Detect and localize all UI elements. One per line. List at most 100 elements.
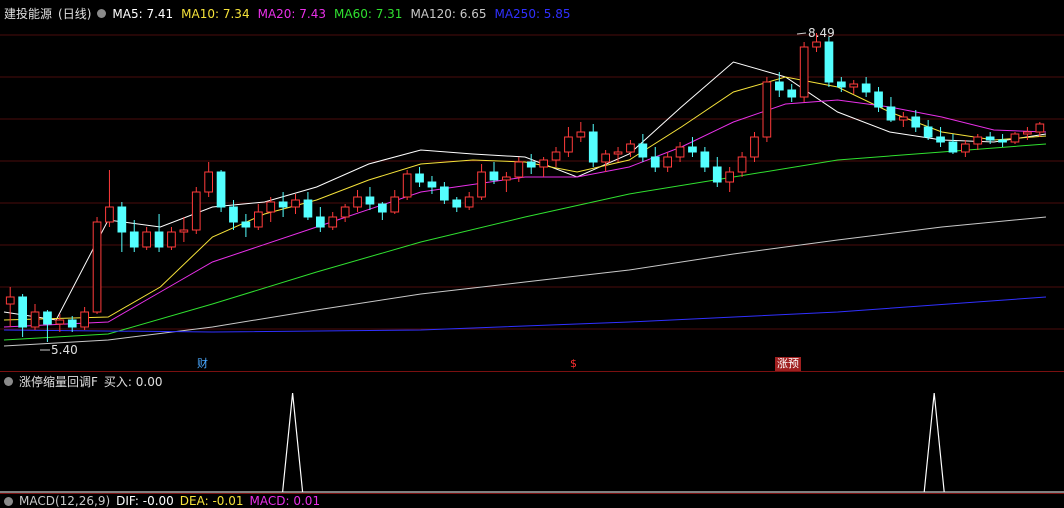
candle-body	[291, 199, 300, 208]
candle-body	[899, 116, 908, 121]
ma250-line	[3, 296, 1047, 333]
indicator-header: 涨停缩量回调F 买入: 0.00	[4, 373, 168, 390]
stock-name[interactable]: 建投能源	[4, 5, 52, 22]
candle-body	[799, 46, 809, 98]
candle-body	[316, 216, 325, 228]
candle-body	[117, 206, 127, 233]
candle-body	[502, 176, 511, 181]
candle-body	[601, 153, 610, 163]
ma-legend-item: MA5: 7.41	[112, 6, 174, 21]
candle-body	[762, 81, 772, 138]
candle-body	[105, 206, 114, 223]
candle-body	[923, 126, 933, 138]
candle-body	[787, 89, 797, 98]
candle-body	[849, 83, 859, 88]
candle-body	[464, 196, 474, 208]
candle-body	[18, 296, 27, 328]
candle-body	[886, 106, 896, 121]
macd-value: MACD: 0.01	[249, 494, 321, 508]
candle-body	[874, 91, 883, 108]
candle-body	[638, 143, 648, 158]
candle-body	[67, 319, 77, 328]
candle-body	[415, 173, 424, 183]
candle-body	[551, 151, 561, 161]
macd-name[interactable]: MACD(12,26,9)	[19, 494, 110, 508]
candle-body	[948, 141, 958, 153]
moving-average-lines	[3, 61, 1047, 347]
candle-body	[80, 311, 90, 328]
candle-body	[204, 171, 214, 193]
high-price-label: 8.49	[808, 26, 835, 40]
candle-body	[427, 181, 437, 188]
candle-body	[278, 201, 288, 208]
candle-body	[440, 186, 449, 201]
candle-body	[936, 136, 945, 143]
candle-body	[688, 146, 697, 153]
indicator-name[interactable]: 涨停缩量回调F	[19, 373, 98, 390]
candle-body	[750, 136, 759, 158]
candle-body	[365, 196, 375, 205]
candle-body	[179, 229, 189, 233]
stock-chart	[0, 32, 1064, 494]
candle-body	[725, 171, 734, 183]
candle-body	[539, 159, 548, 168]
macd-dif: DIF: -0.00	[116, 494, 174, 508]
candle-body	[191, 191, 201, 231]
candle-body	[30, 311, 40, 328]
candle-body	[142, 231, 152, 248]
high-marker	[796, 32, 807, 35]
candle-body	[328, 216, 338, 228]
candle-body	[390, 196, 400, 213]
candle-body	[663, 156, 672, 168]
candle-body	[216, 171, 226, 208]
ma-legend-item: MA250: 5.85	[494, 6, 571, 21]
event-flag-finance[interactable]: 财	[195, 357, 210, 371]
settings-circle-icon[interactable]	[97, 9, 107, 18]
candle-body	[1035, 123, 1045, 133]
signal-spike	[282, 392, 304, 493]
event-flag-limit-up[interactable]: 涨预	[775, 357, 801, 371]
candles	[5, 32, 1045, 351]
candle-body	[812, 41, 821, 48]
candle-body	[861, 83, 871, 93]
macd-settings-icon[interactable]	[4, 496, 13, 506]
candle-body	[489, 171, 499, 181]
candle-body	[650, 156, 660, 168]
candle-body	[526, 161, 536, 168]
candle-body	[737, 156, 747, 173]
candle-body	[911, 116, 921, 128]
candle-body	[514, 161, 524, 178]
ma-legend-item: MA120: 6.65	[410, 6, 487, 21]
event-flag-dividend[interactable]: $	[568, 357, 579, 371]
candle-body	[588, 131, 598, 163]
signal-spike	[923, 392, 945, 493]
indicator-settings-icon[interactable]	[4, 377, 13, 386]
candle-body	[5, 296, 15, 305]
candle-body	[167, 231, 176, 248]
ma-legend-item: MA20: 7.43	[257, 6, 327, 21]
candle-body	[626, 143, 635, 153]
candle-body	[824, 41, 834, 83]
candle-body	[1010, 133, 1020, 143]
candle-body	[303, 199, 313, 218]
ma-legend-item: MA60: 7.31	[334, 6, 403, 21]
candle-body	[998, 139, 1007, 143]
period-label: (日线)	[58, 7, 92, 21]
candle-body	[985, 136, 995, 141]
ma5-line	[3, 61, 1047, 321]
indicator-buy-value: 买入: 0.00	[103, 375, 163, 389]
candle-body	[675, 146, 685, 158]
candle-body	[1023, 131, 1032, 135]
candle-body	[837, 81, 846, 88]
candle-body	[229, 206, 238, 223]
candle-body	[973, 136, 983, 145]
ma20-line	[3, 99, 1047, 328]
candle-body	[712, 166, 722, 183]
candle-body	[378, 203, 387, 213]
signal-panel	[0, 392, 1064, 493]
grid-lines	[0, 34, 1064, 494]
chart-header: 建投能源 (日线) MA5: 7.41 MA10: 7.34 MA20: 7.43 M…	[4, 5, 577, 22]
candle-body	[340, 206, 350, 218]
candle-body	[254, 211, 263, 228]
macd-dea: DEA: -0.01	[179, 494, 244, 508]
